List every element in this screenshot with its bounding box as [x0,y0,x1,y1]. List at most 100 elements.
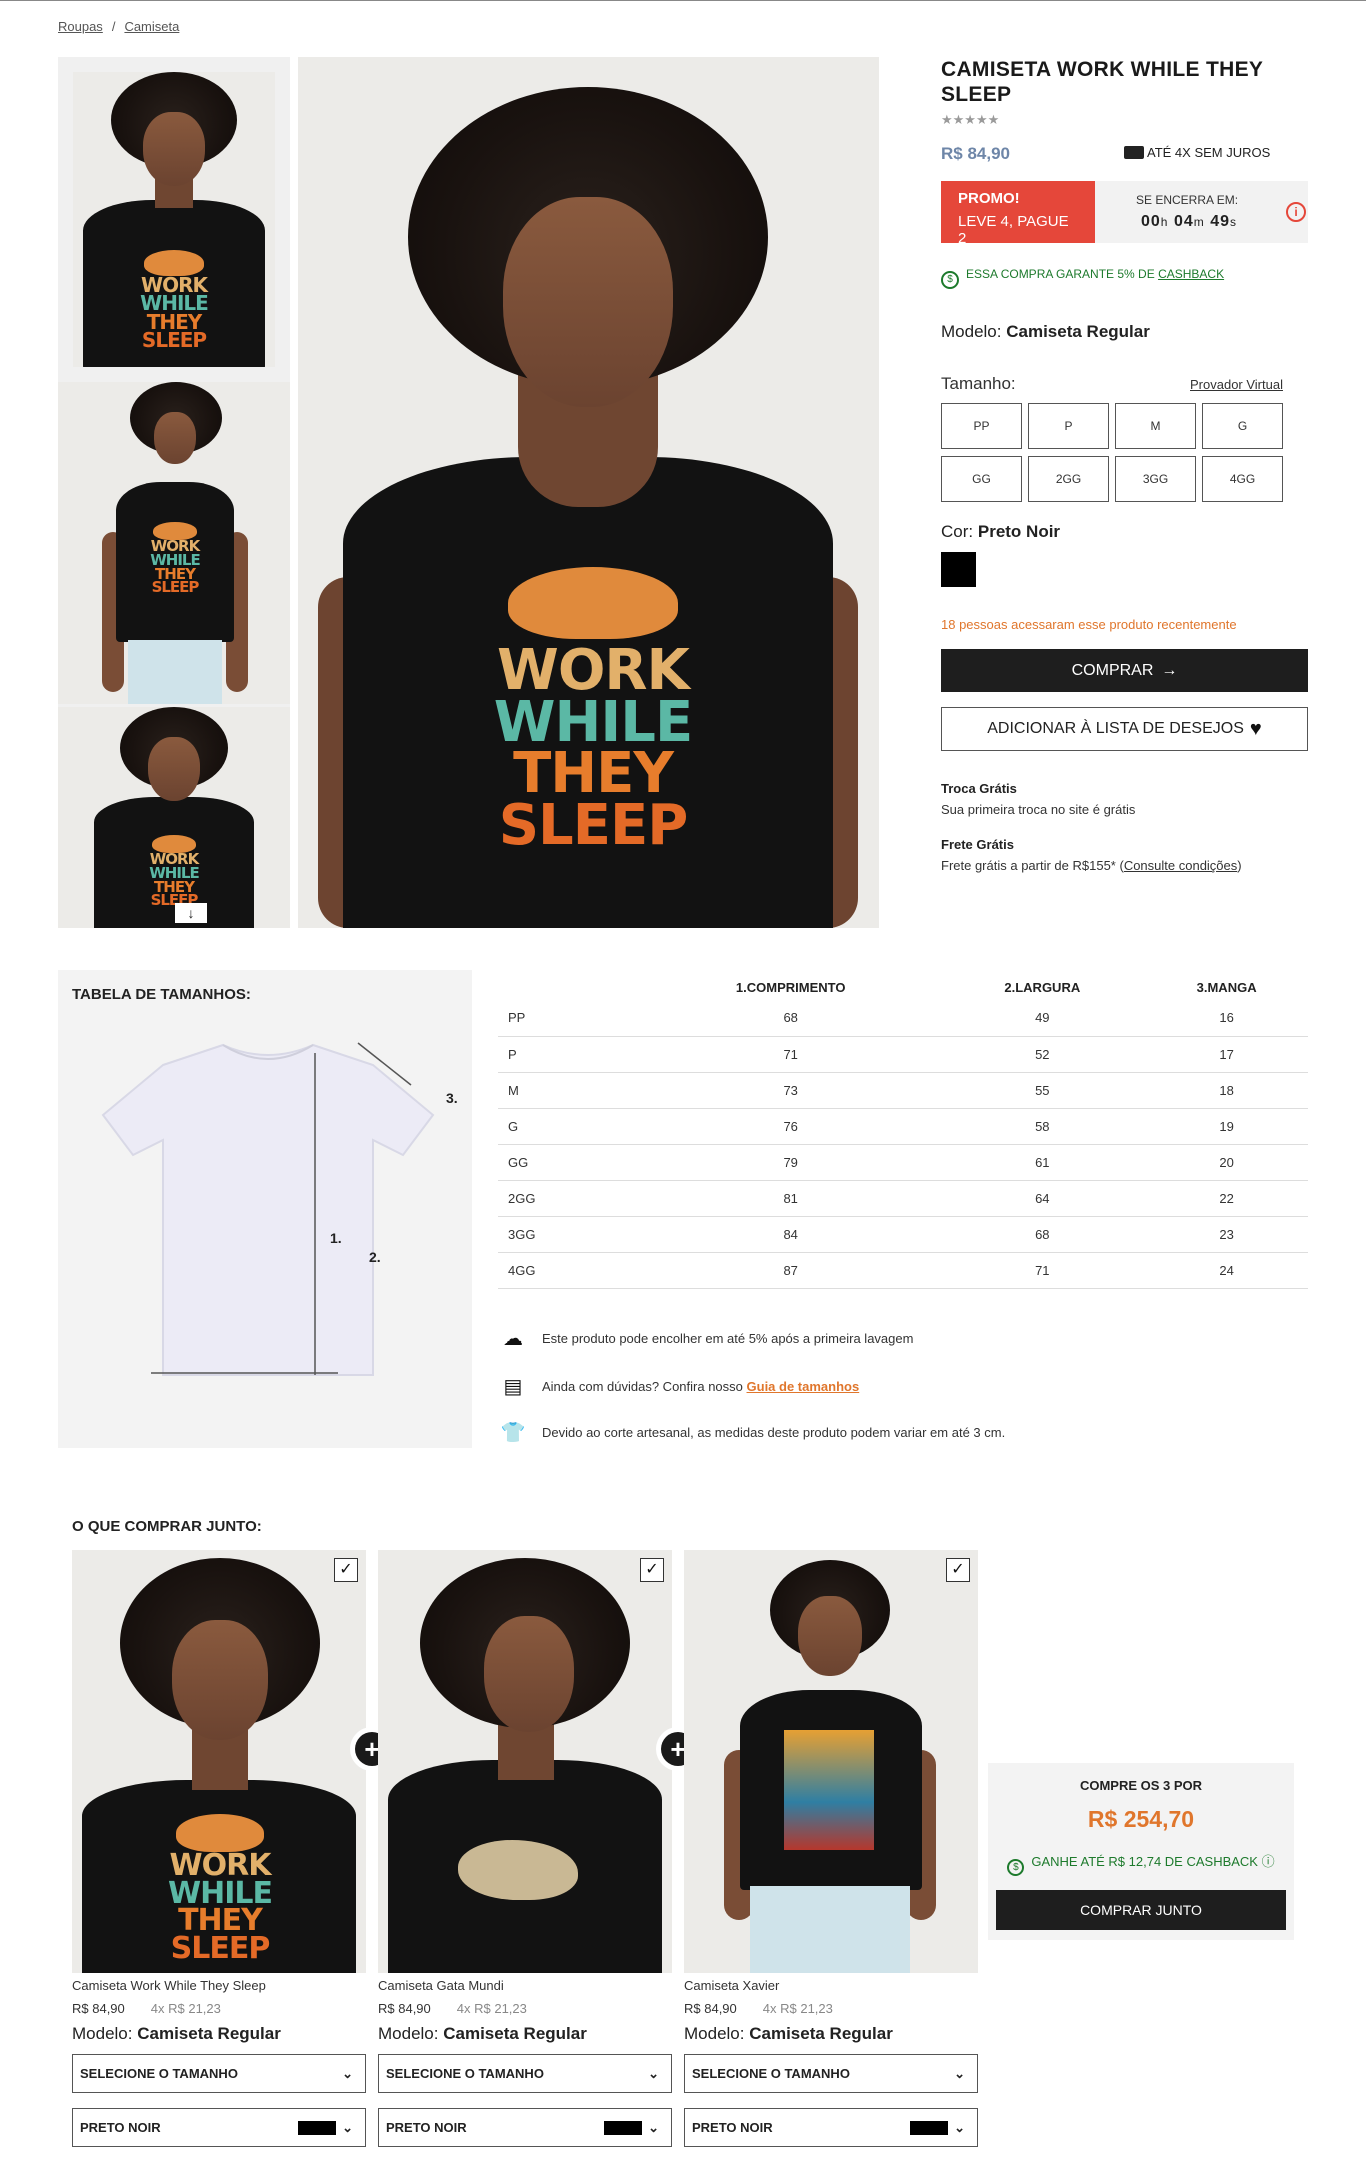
free-exchange-desc: Sua primeira troca no site é grátis [941,802,1136,817]
product-3-name[interactable]: Camiseta Xavier [684,1978,978,1993]
credit-card-icon [1124,146,1144,159]
product-3-color-select[interactable]: PRETO NOIR ⌄ [684,2108,978,2147]
size-option-g[interactable]: G [1202,403,1283,449]
table-row: GG 79 61 20 [498,1144,1308,1181]
rating-stars[interactable]: ★★★★★ [941,112,999,128]
product-1-model: Modelo: Camiseta Regular [72,2024,281,2043]
installments-info: ATÉ 4X SEM JUROS [1124,145,1270,160]
thumbnail-scroll-down-icon[interactable]: ↓ [175,903,207,923]
shipping-conditions-link[interactable]: Consulte condições [1124,858,1237,873]
chevron-down-icon: ⌄ [954,2119,965,2135]
cloud-icon: ☁ [503,1328,523,1350]
product-1-name[interactable]: Camiseta Work While They Sleep [72,1978,366,1993]
promo-offer: LEVE 4, PAGUE 2 [958,213,1069,247]
chevron-down-icon: ⌄ [648,2065,659,2081]
buy-together-button[interactable]: COMPRAR JUNTO [996,1890,1286,1930]
chevron-down-icon: ⌄ [648,2119,659,2135]
product-price: R$ 84,90 [941,144,1010,163]
product-3-size-select[interactable]: SELECIONE O TAMANHO ⌄ [684,2054,978,2093]
heart-icon: ♥ [1249,717,1262,740]
product-2-name[interactable]: Camiseta Gata Mundi [378,1978,672,1993]
chevron-down-icon: ⌄ [342,2065,353,2081]
main-product-image[interactable]: WORK WHILE THEY SLEEP [298,57,879,928]
size-chart-header: 1.COMPRIMENTO 2.LARGURA 3.MANGA [498,974,1308,1000]
combo-offer-panel: COMPRE OS 3 POR R$ 254,70 $ GANHE ATÉ R$ … [988,1763,1294,1940]
combo-cashback: $ GANHE ATÉ R$ 12,74 DE CASHBACK ⓘ [988,1851,1294,1876]
col-comprimento: 1.COMPRIMENTO [735,979,846,995]
product-3-checkbox[interactable]: ✓ [946,1558,970,1582]
table-row: G 76 58 19 [498,1108,1308,1145]
breadcrumb-camiseta[interactable]: Camiseta [124,19,179,34]
product-1-checkbox[interactable]: ✓ [334,1558,358,1582]
size-guide-note: ▤ Ainda com dúvidas? Confira nosso Guia d… [498,1374,860,1399]
table-row: M 73 55 18 [498,1072,1308,1109]
product-1-price: R$ 84,90 4x R$ 21,23 [72,2001,221,2016]
size-guide-link[interactable]: Guia de tamanhos [747,1379,860,1394]
virtual-fitter-link[interactable]: Provador Virtual [1190,377,1283,392]
product-1-color-select[interactable]: PRETO NOIR ⌄ [72,2108,366,2147]
size-option-3gg[interactable]: 3GG [1115,456,1196,502]
thumbnail-1[interactable]: WORK WHILE THEY SLEEP [58,57,290,379]
promo-banner: PROMO! LEVE 4, PAGUE 2 SE ENCERRA EM: 00… [941,181,1308,247]
size-selector: PP P M G GG 2GG 3GG 4GG [941,403,1286,502]
product-2-color-select[interactable]: PRETO NOIR ⌄ [378,2108,672,2147]
product-1-size-select[interactable]: SELECIONE O TAMANHO ⌄ [72,2054,366,2093]
product-2-size-select[interactable]: SELECIONE O TAMANHO ⌄ [378,2054,672,2093]
table-row: 2GG 81 64 22 [498,1180,1308,1217]
info-icon[interactable]: ⓘ [1262,1854,1275,1869]
col-manga: 3.MANGA [1196,979,1257,995]
size-option-gg[interactable]: GG [941,456,1022,502]
buy-together-title: O QUE COMPRAR JUNTO: [72,1518,262,1535]
tshirt-icon: 👕 [500,1422,526,1444]
diagram-label-1: 1. [330,1230,342,1246]
color-info: Cor: Preto Noir [941,522,1061,541]
size-option-m[interactable]: M [1115,403,1196,449]
product-1-image[interactable]: WORK WHILE THEY SLEEP ✓ [72,1550,366,1973]
diagram-label-2: 2. [369,1249,381,1265]
table-row: 4GG 87 71 24 [498,1252,1308,1289]
size-chart-title: TABELA DE TAMANHOS: [72,986,251,1003]
breadcrumb: Roupas / Camiseta [58,19,180,34]
size-option-pp[interactable]: PP [941,403,1022,449]
promo-info-icon[interactable]: i [1286,202,1306,222]
buy-together-product-1: WORK WHILE THEY SLEEP ✓ Camiseta Work While… [72,1550,366,2147]
cashback-info: $ ESSA COMPRA GARANTE 5% DE CASHBACK [941,267,1224,289]
promo-tag: PROMO! [958,190,1020,207]
size-chart-table: 1.COMPRIMENTO 2.LARGURA 3.MANGA PP 68 49 16… [498,974,1308,1289]
product-2-price: R$ 84,90 4x R$ 21,23 [378,2001,527,2016]
chevron-down-icon: ⌄ [954,2065,965,2081]
size-option-2gg[interactable]: 2GG [1028,456,1109,502]
promo-countdown: 00h 04m 49s [1141,213,1237,230]
color-swatch-preto-noir[interactable] [941,552,976,587]
product-title: CAMISETA WORK WHILE THEY SLEEP [941,58,1263,106]
breadcrumb-roupas[interactable]: Roupas [58,19,103,34]
table-row: P 71 52 17 [498,1036,1308,1073]
size-option-p[interactable]: P [1028,403,1109,449]
free-shipping-title: Frete Grátis [941,837,1014,852]
ruler-icon: ▤ [503,1376,523,1398]
thumbnail-2[interactable]: WORK WHILE THEY SLEEP [58,382,290,704]
free-shipping-desc: Frete grátis a partir de R$155* (Consult… [941,858,1242,873]
product-3-model: Modelo: Camiseta Regular [684,2024,893,2043]
size-option-4gg[interactable]: 4GG [1202,456,1283,502]
thumbnail-3[interactable]: WORK WHILE THEY SLEEP [58,707,290,928]
combo-price: R$ 254,70 [1087,1806,1195,1832]
top-divider [0,0,1366,1]
cashback-icon: $ [941,271,959,289]
combo-label: COMPRE OS 3 POR [1079,1778,1203,1793]
product-3-price: R$ 84,90 4x R$ 21,23 [684,2001,833,2016]
add-to-wishlist-button[interactable]: ADICIONAR À LISTA DE DESEJOS ♥ [941,707,1308,751]
product-2-image[interactable]: ✓ [378,1550,672,1973]
product-2-checkbox[interactable]: ✓ [640,1558,664,1582]
buy-together-product-2: ✓ Camiseta Gata Mundi R$ 84,90 4x R$ 21,2… [378,1550,672,2147]
table-row: PP 68 49 16 [498,1000,1308,1037]
diagram-label-3: 3. [446,1090,458,1106]
artisanal-cut-note: 👕 Devido ao corte artesanal, as medidas d… [498,1420,1006,1445]
product-2-model: Modelo: Camiseta Regular [378,2024,587,2043]
size-chart-panel: TABELA DE TAMANHOS: 1. 2. 3. [58,970,472,1448]
model-info: Modelo: Camiseta Regular [941,322,1150,341]
product-3-image[interactable]: ✓ [684,1550,978,1973]
thumbnail-gallery[interactable]: WORK WHILE THEY SLEEP WORK WHILE THEY SLEEP WO… [58,57,290,928]
cashback-link[interactable]: CASHBACK [1158,267,1224,281]
buy-button[interactable]: COMPRAR → [941,649,1308,692]
